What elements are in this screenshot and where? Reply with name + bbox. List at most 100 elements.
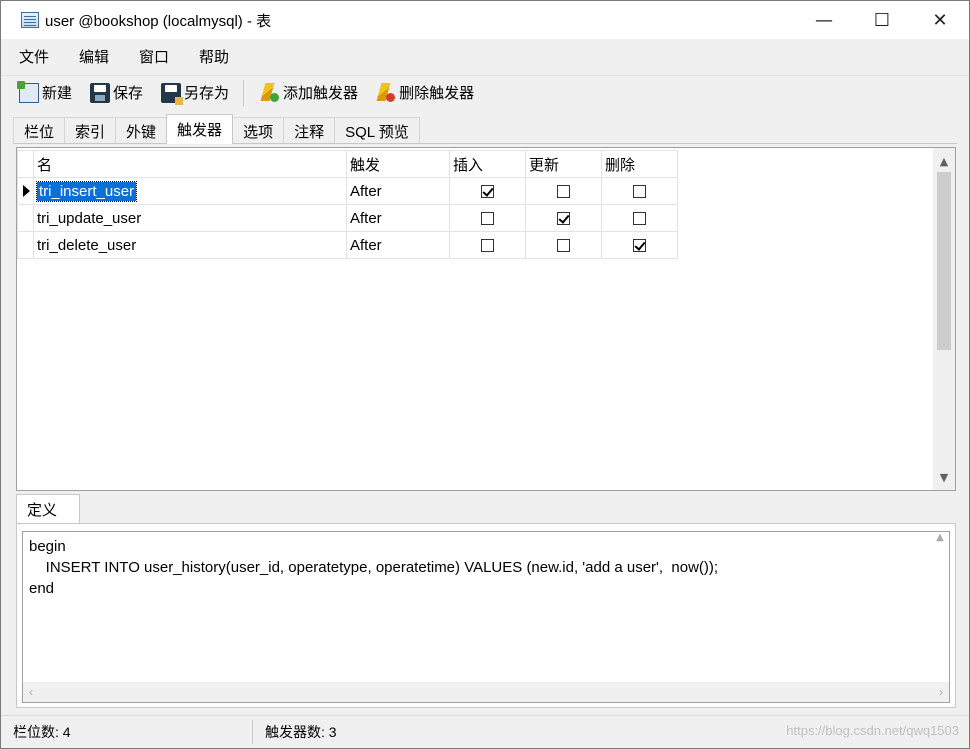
minimize-button[interactable]: —	[795, 1, 853, 39]
trigger-name-cell[interactable]: tri_delete_user	[33, 231, 347, 259]
title-bar: user @bookshop (localmysql) - 表 — ☐ ✕	[1, 1, 969, 39]
new-button[interactable]: 新建	[15, 79, 76, 107]
trigger-grid: 名 触发 插入 更新 删除 tri_insert_user After tri_…	[16, 147, 956, 491]
code-line: INSERT INTO user_history(user_id, operat…	[29, 559, 719, 576]
delete-cell	[601, 231, 678, 259]
update-cell	[525, 231, 602, 259]
insert-cell	[449, 231, 526, 259]
tab-fields[interactable]: 栏位	[13, 117, 66, 144]
definition-tabs: 定义	[16, 494, 80, 524]
tab-indexes[interactable]: 索引	[64, 117, 117, 144]
column-header-fire[interactable]: 触发	[346, 150, 450, 178]
update-cell	[525, 177, 602, 205]
insert-checkbox[interactable]	[481, 239, 494, 253]
window-title: user @bookshop (localmysql) - 表	[45, 12, 272, 30]
trigger-fire-cell[interactable]: After	[346, 177, 450, 205]
definition-panel: begin INSERT INTO user_history(user_id, …	[16, 523, 956, 708]
maximize-button[interactable]: ☐	[853, 1, 911, 39]
trigger-name: tri_insert_user	[35, 180, 138, 202]
scroll-up-icon[interactable]: ▲	[933, 150, 955, 172]
update-checkbox[interactable]	[557, 185, 570, 199]
tab-sql-preview[interactable]: SQL 预览	[334, 117, 420, 144]
grid-vertical-scrollbar[interactable]: ▲ ▼	[933, 148, 955, 490]
delete-trigger-label: 删除触发器	[399, 85, 475, 102]
save-icon	[90, 82, 111, 103]
update-checkbox[interactable]	[557, 212, 570, 226]
new-table-icon	[17, 80, 39, 103]
menu-edit[interactable]: 编辑	[61, 46, 121, 67]
toolbar: 新建 保存 另存为 添加触发器 删除触发器	[1, 75, 969, 109]
new-button-label: 新建	[42, 85, 73, 102]
tab-options[interactable]: 选项	[232, 117, 285, 144]
table-row[interactable]: tri_update_user After	[17, 204, 678, 232]
trigger-count-status: 触发器数: 3	[265, 724, 337, 740]
code-line: end	[29, 580, 55, 597]
delete-checkbox[interactable]	[633, 212, 646, 226]
column-header-update[interactable]: 更新	[525, 150, 602, 178]
save-button[interactable]: 保存	[86, 79, 147, 107]
column-header-delete[interactable]: 删除	[601, 150, 678, 178]
table-designer-window: user @bookshop (localmysql) - 表 — ☐ ✕ 文件…	[0, 0, 970, 749]
update-checkbox[interactable]	[557, 239, 570, 253]
editor-vertical-scrollbar[interactable]: ▲	[931, 532, 949, 682]
insert-cell	[449, 177, 526, 205]
column-header-insert[interactable]: 插入	[449, 150, 526, 178]
window-controls: — ☐ ✕	[795, 1, 969, 39]
add-trigger-button[interactable]: 添加触发器	[256, 79, 362, 107]
insert-cell	[449, 204, 526, 232]
tab-divider	[13, 143, 957, 144]
close-button[interactable]: ✕	[911, 1, 969, 39]
add-trigger-icon	[260, 83, 280, 103]
row-indicator	[17, 204, 34, 232]
table-header-row: 名 触发 插入 更新 删除	[17, 150, 678, 178]
toolbar-separator	[243, 79, 245, 106]
editor-horizontal-scrollbar[interactable]: ‹ ›	[23, 682, 949, 702]
designer-tabs: 栏位 索引 外键 触发器 选项 注释 SQL 预览	[13, 114, 420, 144]
scroll-up-icon[interactable]: ▲	[931, 532, 949, 543]
delete-cell	[601, 204, 678, 232]
update-cell	[525, 204, 602, 232]
trigger-table: 名 触发 插入 更新 删除 tri_insert_user After tri_…	[17, 150, 678, 259]
insert-checkbox[interactable]	[481, 185, 494, 199]
trigger-name-cell[interactable]: tri_update_user	[33, 204, 347, 232]
table-row[interactable]: tri_insert_user After	[17, 177, 678, 205]
delete-trigger-button[interactable]: 删除触发器	[372, 79, 478, 107]
table-row[interactable]: tri_delete_user After	[17, 231, 678, 259]
definition-code: begin INSERT INTO user_history(user_id, …	[29, 536, 718, 599]
menu-window[interactable]: 窗口	[121, 46, 181, 67]
definition-editor[interactable]: begin INSERT INTO user_history(user_id, …	[22, 531, 950, 703]
tab-comment[interactable]: 注释	[283, 117, 336, 144]
row-indicator	[17, 177, 34, 205]
delete-checkbox[interactable]	[633, 239, 646, 253]
tab-triggers[interactable]: 触发器	[166, 114, 234, 144]
column-header-name[interactable]: 名	[33, 150, 347, 178]
insert-checkbox[interactable]	[481, 212, 494, 226]
menu-file[interactable]: 文件	[1, 46, 61, 67]
field-count-status: 栏位数: 4	[1, 720, 253, 744]
save-as-icon	[161, 82, 184, 105]
trigger-fire-cell[interactable]: After	[346, 231, 450, 259]
code-line: begin	[29, 538, 66, 555]
table-icon	[21, 12, 39, 28]
trigger-name-cell[interactable]: tri_insert_user	[33, 177, 347, 205]
delete-checkbox[interactable]	[633, 185, 646, 199]
menu-bar: 文件 编辑 窗口 帮助	[1, 39, 969, 73]
save-button-label: 保存	[113, 85, 144, 102]
trigger-fire-cell[interactable]: After	[346, 204, 450, 232]
menu-help[interactable]: 帮助	[181, 46, 241, 67]
scroll-left-icon[interactable]: ‹	[29, 685, 33, 699]
delete-trigger-icon	[376, 83, 396, 103]
watermark: https://blog.csdn.net/qwq1503	[786, 723, 959, 738]
tab-definition[interactable]: 定义	[16, 494, 80, 524]
current-row-arrow-icon	[23, 185, 30, 197]
scroll-thumb[interactable]	[937, 172, 951, 350]
row-indicator-header	[17, 150, 34, 178]
tab-foreign-keys[interactable]: 外键	[115, 117, 168, 144]
scroll-down-icon[interactable]: ▼	[933, 466, 955, 488]
row-indicator	[17, 231, 34, 259]
scroll-right-icon[interactable]: ›	[939, 685, 943, 699]
save-as-button[interactable]: 另存为	[157, 79, 233, 107]
delete-cell	[601, 177, 678, 205]
save-as-button-label: 另存为	[184, 85, 230, 102]
add-trigger-label: 添加触发器	[283, 85, 359, 102]
